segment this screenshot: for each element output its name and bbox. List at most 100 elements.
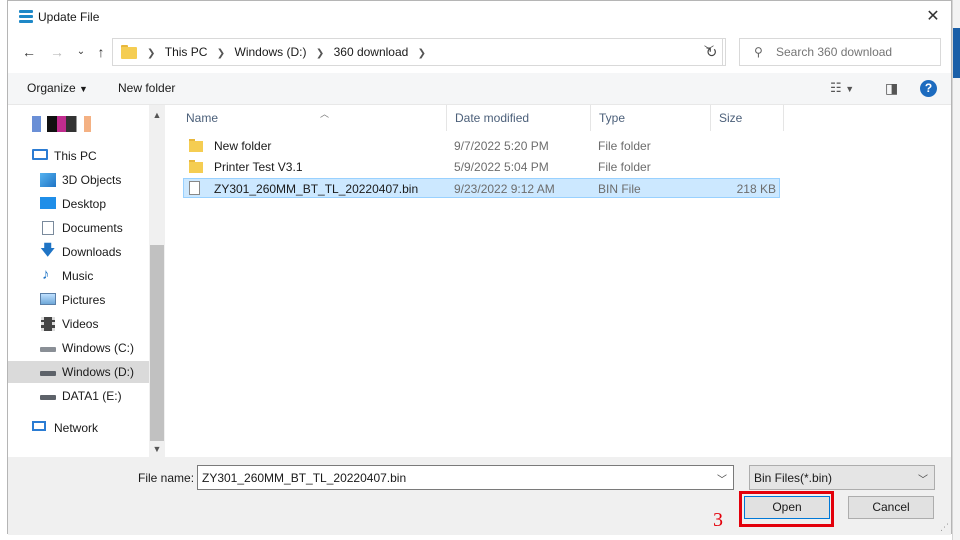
forward-arrow-icon[interactable]: →	[46, 42, 68, 62]
file-name-label: File name:	[138, 471, 195, 485]
sidebar-item-this-pc[interactable]: This PC	[8, 145, 149, 167]
file-name-value: ZY301_260MM_BT_TL_20220407.bin	[202, 471, 407, 485]
blurred-account-icon	[32, 116, 106, 132]
document-icon	[42, 221, 54, 235]
file-size: 218 KB	[736, 182, 776, 196]
column-header-date[interactable]: Date modified	[447, 105, 591, 131]
sidebar-item-label: Windows (C:)	[62, 341, 135, 355]
file-dialog: Update File ✕ ← → ⌄ ↑ ❯ This PC ❯ Window…	[7, 0, 952, 535]
download-icon: 🡇	[40, 242, 56, 259]
column-label: Name	[186, 111, 219, 125]
sidebar-item-label: This PC	[54, 149, 97, 163]
sidebar-item-network[interactable]: Network	[8, 417, 149, 439]
navigation-pane: This PC 3D Objects Desktop Documents 🡇 D…	[8, 105, 165, 457]
file-type: BIN File	[598, 182, 641, 196]
search-icon: ⚲	[754, 45, 763, 59]
pc-icon	[32, 149, 48, 160]
chevron-down-icon[interactable]: ﹀	[918, 471, 928, 486]
sidebar-item-label: DATA1 (E:)	[62, 389, 122, 403]
sidebar-item-data1-e[interactable]: DATA1 (E:)	[8, 385, 149, 407]
background-accent	[953, 28, 960, 78]
background-window	[952, 0, 960, 540]
address-bar[interactable]: ❯ This PC ❯ Windows (D:) ❯ 360 download …	[112, 38, 723, 66]
sidebar-item-3d-objects[interactable]: 3D Objects	[8, 169, 149, 191]
picture-icon	[40, 293, 56, 305]
film-icon	[41, 317, 55, 331]
file-name-input[interactable]: ZY301_260MM_BT_TL_20220407.bin ﹀	[197, 465, 734, 490]
scroll-up-icon[interactable]: ▲	[149, 107, 165, 123]
music-note-icon: ♪	[42, 266, 50, 283]
file-date: 5/9/2022 5:04 PM	[454, 160, 549, 174]
chevron-down-icon[interactable]: ﹀	[717, 471, 727, 486]
file-type-value: Bin Files(*.bin)	[754, 471, 833, 485]
sidebar-item-desktop[interactable]: Desktop	[8, 193, 149, 215]
column-header-name[interactable]: Name ︿	[178, 105, 447, 131]
sidebar-item-pictures[interactable]: Pictures	[8, 289, 149, 311]
breadcrumb-item[interactable]: Windows (D:)	[235, 39, 307, 65]
column-header-size[interactable]: Size	[711, 105, 784, 131]
command-bar: Organize ▼ New folder ☷ ▼ ◨ ?	[8, 73, 951, 105]
dialog-footer: File name: ZY301_260MM_BT_TL_20220407.bi…	[8, 457, 951, 535]
sidebar-item-label: 3D Objects	[62, 173, 122, 187]
file-date: 9/23/2022 9:12 AM	[454, 182, 555, 196]
file-row-selected[interactable]: ZY301_260MM_BT_TL_20220407.bin 9/23/2022…	[183, 178, 780, 198]
breadcrumb-item[interactable]: This PC	[165, 39, 208, 65]
breadcrumb-item[interactable]: 360 download	[334, 39, 409, 65]
preview-pane-icon[interactable]: ◨	[885, 80, 898, 97]
file-name: New folder	[214, 139, 272, 153]
up-arrow-icon[interactable]: ↑	[90, 42, 112, 62]
file-name: Printer Test V3.1	[214, 160, 303, 174]
sidebar-item-documents[interactable]: Documents	[8, 217, 149, 239]
close-icon[interactable]: ✕	[919, 3, 947, 31]
sidebar-scrollbar[interactable]: ▲ ▼	[149, 105, 165, 457]
navigation-bar: ← → ⌄ ↑ ❯ This PC ❯ Windows (D:) ❯ 360 d…	[8, 33, 951, 71]
sidebar-item-windows-d[interactable]: Windows (D:)	[8, 361, 149, 383]
chevron-right-icon[interactable]: ❯	[217, 41, 225, 67]
scroll-down-icon[interactable]: ▼	[149, 441, 165, 457]
search-box[interactable]: ⚲	[739, 38, 941, 66]
sidebar-item-blurred[interactable]	[8, 113, 149, 135]
resize-grip-icon[interactable]: ⋰	[940, 522, 949, 533]
file-type: File folder	[598, 139, 651, 153]
file-icon	[189, 181, 200, 195]
column-header-type[interactable]: Type	[591, 105, 711, 131]
scrollbar-thumb[interactable]	[150, 245, 164, 441]
file-list: Name ︿ Date modified Type Size New folder…	[166, 105, 951, 457]
chevron-right-icon: ❯	[147, 48, 156, 59]
folder-icon	[121, 45, 137, 59]
back-arrow-icon[interactable]: ←	[18, 42, 40, 62]
file-row[interactable]: Printer Test V3.1 5/9/2022 5:04 PM File …	[183, 157, 780, 177]
sidebar-item-windows-c[interactable]: Windows (C:)	[8, 337, 149, 359]
breadcrumb: ❯ This PC ❯ Windows (D:) ❯ 360 download …	[141, 39, 432, 65]
file-type-select[interactable]: Bin Files(*.bin) ﹀	[749, 465, 935, 490]
search-input[interactable]	[776, 43, 936, 61]
help-icon[interactable]: ?	[920, 80, 937, 97]
title-bar: Update File ✕	[8, 1, 951, 33]
view-options-icon[interactable]: ☷ ▼	[830, 80, 854, 96]
sidebar-item-label: Network	[54, 421, 99, 435]
sidebar-item-label: Downloads	[62, 245, 122, 259]
sidebar-item-videos[interactable]: Videos	[8, 313, 149, 335]
file-row[interactable]: New folder 9/7/2022 5:20 PM File folder	[183, 136, 780, 156]
refresh-icon[interactable]: ↻	[698, 38, 726, 66]
caret-down-icon: ▼	[79, 84, 88, 94]
folder-icon	[189, 139, 203, 152]
recent-locations-chevron-icon[interactable]: ⌄	[70, 42, 92, 62]
drive-icon	[40, 371, 56, 376]
sidebar-item-label: Pictures	[62, 293, 106, 307]
chevron-right-icon[interactable]: ❯	[316, 41, 324, 67]
sidebar-item-label: Desktop	[62, 197, 107, 211]
drive-icon	[40, 395, 56, 400]
sidebar-item-music[interactable]: ♪ Music	[8, 265, 149, 287]
chevron-right-icon[interactable]: ❯	[418, 41, 426, 67]
file-name: ZY301_260MM_BT_TL_20220407.bin	[214, 182, 419, 196]
annotation-highlight-box	[739, 491, 834, 527]
window-title: Update File	[38, 10, 100, 24]
organize-button[interactable]: Organize ▼	[27, 81, 88, 95]
network-icon	[32, 421, 46, 431]
organize-label: Organize	[27, 81, 76, 95]
new-folder-button[interactable]: New folder	[118, 81, 175, 95]
cancel-button[interactable]: Cancel	[848, 496, 934, 519]
sidebar-item-label: Music	[62, 269, 94, 283]
sidebar-item-downloads[interactable]: 🡇 Downloads	[8, 241, 149, 263]
